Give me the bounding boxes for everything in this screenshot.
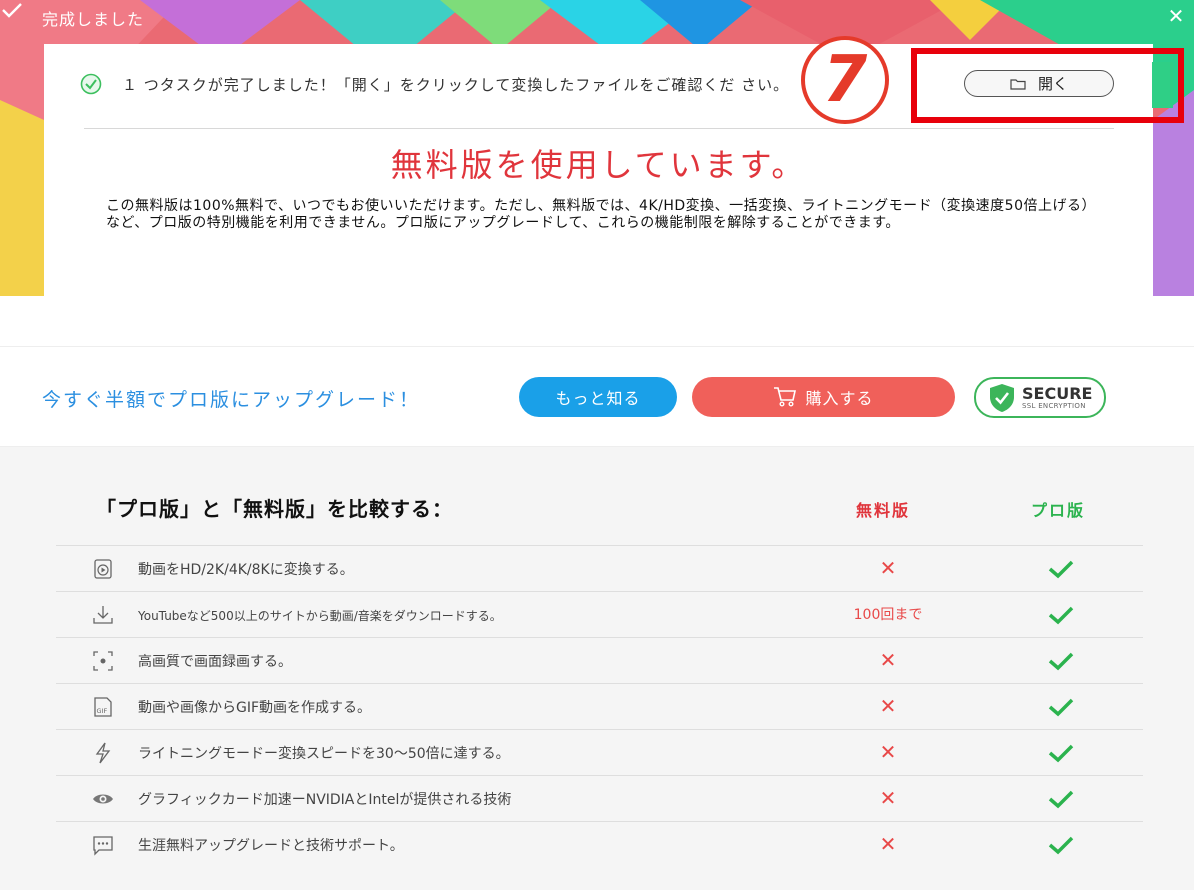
table-row: グラフィックカード加速ーNVIDIAとIntelが提供される技術 ✕	[56, 775, 1143, 821]
column-header-free: 無料版	[856, 501, 911, 520]
divider	[84, 128, 1114, 129]
feature-label: ライトニングモードー変換スピードを30～50倍に達する。	[138, 746, 510, 762]
feature-label: 動画をHD/2K/4K/8Kに変換する。	[138, 562, 354, 578]
comparison-section: 「プロ版」と「無料版」を比較する： 無料版 プロ版 動画をHD/2K/4K/8K…	[0, 447, 1194, 890]
step-number: 7	[822, 43, 868, 117]
table-row: 高画質で画面録画する。 ✕	[56, 637, 1143, 683]
open-button[interactable]: 開く	[964, 70, 1114, 97]
screen-record-icon	[93, 651, 113, 671]
secure-label: SECURE	[1022, 383, 1093, 403]
support-chat-icon	[93, 836, 113, 856]
buy-button-label: 購入する	[805, 389, 874, 408]
table-row: 生涯無料アップグレードと技術サポート。 ✕	[56, 821, 1143, 867]
feature-label: 動画や画像からGIF動画を作成する。	[138, 700, 372, 716]
table-row: YouTubeなど500以上のサイトから動画/音楽をダウンロードする。 100回…	[56, 591, 1143, 637]
secure-badge: SECURE SSL ENCRYPTION	[974, 377, 1106, 418]
learn-more-button[interactable]: もっと知る	[519, 377, 677, 417]
task-complete-row: １ つタスクが完了しました！「開く」をクリックして変換したファイルをご確認くだ …	[80, 72, 789, 96]
free-value-limit: 100回まで	[853, 607, 923, 623]
pro-check-icon	[1048, 606, 1074, 625]
free-value-cross: ✕	[879, 694, 897, 718]
video-play-icon	[94, 559, 112, 579]
pro-check-icon	[1048, 560, 1074, 579]
svg-text:GIF: GIF	[97, 707, 108, 715]
table-row: GIF 動画や画像からGIF動画を作成する。 ✕	[56, 683, 1143, 729]
free-value-cross: ✕	[879, 648, 897, 672]
open-button-label: 開く	[1037, 75, 1068, 93]
upgrade-promo-bar: 今すぐ半額でプロ版にアップグレード！ もっと知る 購入する SECURE SSL…	[0, 346, 1194, 447]
free-value-cross: ✕	[879, 786, 897, 810]
free-version-title: 無料版を使用しています。	[390, 146, 807, 184]
buy-button[interactable]: 購入する	[692, 377, 955, 417]
gpu-eye-icon	[93, 794, 113, 804]
task-complete-message: １ つタスクが完了しました！「開く」をクリックして変換したファイルをご確認くだ …	[122, 75, 790, 94]
close-icon[interactable]: ✕	[1164, 4, 1188, 28]
pro-check-icon	[1048, 698, 1074, 717]
column-header-pro: プロ版	[1031, 501, 1086, 520]
feature-label: 生涯無料アップグレードと技術サポート。	[138, 838, 404, 854]
folder-icon	[1010, 78, 1026, 90]
title-bar: 完成しました ✕	[0, 0, 1194, 36]
feature-label: YouTubeなど500以上のサイトから動画/音楽をダウンロードする。	[138, 609, 502, 623]
table-row: ライトニングモードー変換スピードを30～50倍に達する。 ✕	[56, 729, 1143, 775]
step-annotation-circle: 7	[801, 36, 889, 124]
pro-check-icon	[1048, 790, 1074, 809]
ssl-label: SSL ENCRYPTION	[1022, 401, 1086, 410]
pro-check-icon	[1048, 744, 1074, 763]
window-title: 完成しました	[42, 10, 145, 29]
cart-icon	[774, 387, 797, 407]
comparison-table: 動画をHD/2K/4K/8Kに変換する。 ✕ YouTubeなど500以上のサイ…	[56, 545, 1143, 867]
download-icon	[93, 606, 113, 624]
lightning-icon	[95, 742, 111, 764]
pro-check-icon	[1048, 836, 1074, 855]
free-version-description: この無料版は100%無料で、いつでもお使いいただけます。ただし、無料版では、4K…	[106, 198, 1096, 231]
feature-label: 高画質で画面録画する。	[138, 654, 292, 670]
free-value-cross: ✕	[879, 832, 897, 856]
table-row: 動画をHD/2K/4K/8Kに変換する。 ✕	[56, 545, 1143, 591]
shield-icon	[990, 383, 1014, 412]
free-value-cross: ✕	[879, 740, 897, 764]
gif-icon: GIF	[94, 697, 112, 717]
check-icon	[2, 3, 22, 18]
pro-check-icon	[1048, 652, 1074, 671]
free-value-cross: ✕	[879, 556, 897, 580]
upgrade-promo-text: 今すぐ半額でプロ版にアップグレード！	[42, 389, 421, 411]
comparison-title: 「プロ版」と「無料版」を比較する：	[96, 497, 453, 521]
feature-label: グラフィックカード加速ーNVIDIAとIntelが提供される技術	[138, 792, 512, 808]
success-check-icon	[80, 73, 102, 95]
